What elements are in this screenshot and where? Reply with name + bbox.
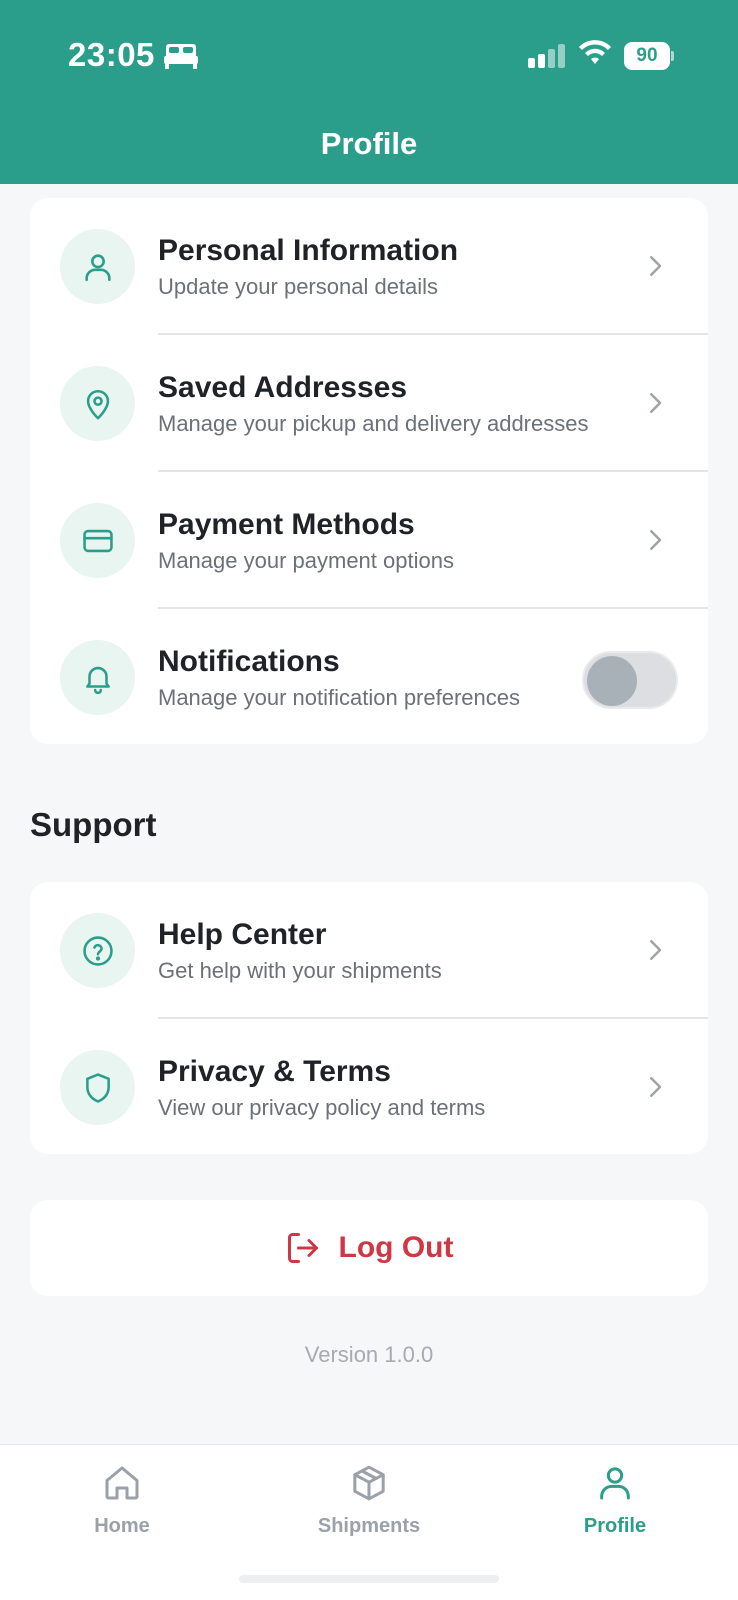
help-circle-icon xyxy=(60,913,135,988)
toggle-knob xyxy=(587,656,637,706)
header: 23:05 90 Profile xyxy=(0,0,738,184)
notifications-row: Notifications Manage your notification p… xyxy=(30,609,708,744)
profile-screen: 23:05 90 Profile Personal Information Up… xyxy=(0,0,738,1600)
home-indicator xyxy=(239,1575,499,1583)
user-icon xyxy=(60,229,135,304)
row-title: Personal Information xyxy=(158,234,459,267)
chevron-right-icon xyxy=(650,940,662,960)
log-out-button[interactable]: Log Out xyxy=(30,1200,708,1296)
chevron-right-icon xyxy=(650,256,662,276)
chevron-right-icon xyxy=(650,393,662,413)
map-pin-icon xyxy=(60,366,135,441)
row-subtitle: Update your personal details xyxy=(158,274,439,299)
row-title: Payment Methods xyxy=(158,508,415,541)
support-section-title: Support xyxy=(30,806,157,843)
page-title: Profile xyxy=(320,126,418,161)
shield-icon xyxy=(60,1050,135,1125)
nav-label: Home xyxy=(94,1515,150,1537)
row-subtitle: Manage your payment options xyxy=(158,548,454,573)
personal-information-row[interactable]: Personal Information Update your persona… xyxy=(30,198,708,335)
battery-tip xyxy=(671,51,674,61)
row-title: Notifications xyxy=(158,645,340,678)
log-out-label: Log Out xyxy=(338,1231,454,1264)
row-title: Privacy & Terms xyxy=(158,1055,391,1088)
nav-home[interactable]: Home xyxy=(42,1463,202,1563)
home-icon xyxy=(105,1466,139,1500)
row-subtitle: Manage your pickup and delivery addresse… xyxy=(158,411,589,436)
help-center-row[interactable]: Help Center Get help with your shipments xyxy=(30,882,708,1019)
battery-level: 90 xyxy=(624,42,670,70)
wifi-icon xyxy=(579,40,611,64)
chevron-right-icon xyxy=(650,1077,662,1097)
credit-card-icon xyxy=(60,503,135,578)
row-title: Help Center xyxy=(158,918,327,951)
app-version: Version 1.0.0 xyxy=(304,1342,434,1367)
nav-label: Shipments xyxy=(317,1515,421,1537)
log-out-icon xyxy=(287,1233,318,1263)
account-settings-card: Personal Information Update your persona… xyxy=(30,198,708,744)
privacy-terms-row[interactable]: Privacy & Terms View our privacy policy … xyxy=(30,1019,708,1154)
support-card: Help Center Get help with your shipments… xyxy=(30,882,708,1154)
row-subtitle: View our privacy policy and terms xyxy=(158,1095,486,1120)
bottom-navigation: Home Shipments Profile xyxy=(0,1444,738,1600)
nav-shipments[interactable]: Shipments xyxy=(289,1463,449,1563)
chevron-right-icon xyxy=(650,530,662,550)
battery-icon: 90 xyxy=(624,42,674,70)
bell-icon xyxy=(60,640,135,715)
status-bar: 23:05 90 xyxy=(0,0,738,110)
user-icon xyxy=(600,1467,630,1500)
nav-profile[interactable]: Profile xyxy=(535,1463,695,1563)
bed-icon xyxy=(164,44,198,69)
row-subtitle: Manage your notification preferences xyxy=(158,685,520,710)
notifications-toggle[interactable] xyxy=(582,651,678,709)
payment-methods-row[interactable]: Payment Methods Manage your payment opti… xyxy=(30,472,708,609)
package-icon xyxy=(353,1465,385,1501)
status-time: 23:05 xyxy=(68,36,155,73)
row-subtitle: Get help with your shipments xyxy=(158,958,442,983)
nav-label: Profile xyxy=(583,1515,647,1537)
saved-addresses-row[interactable]: Saved Addresses Manage your pickup and d… xyxy=(30,335,708,472)
signal-icon xyxy=(528,44,565,68)
row-title: Saved Addresses xyxy=(158,371,408,404)
